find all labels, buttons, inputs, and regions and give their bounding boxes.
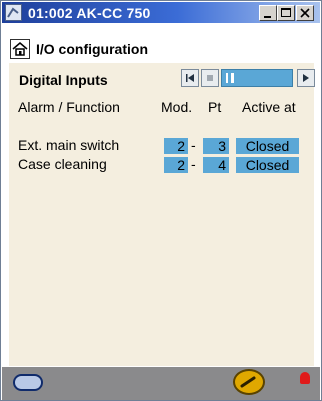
close-button[interactable] <box>296 5 314 21</box>
first-page-icon[interactable] <box>181 69 199 87</box>
page-scroll-bar[interactable] <box>221 69 293 87</box>
app-window: 01:002 AK-CC 750 I/O configuration Digit… <box>0 0 322 401</box>
section-label: Digital Inputs <box>19 72 108 88</box>
home-icon[interactable] <box>10 39 30 59</box>
column-header-point: Pt <box>208 99 222 115</box>
title-bar[interactable]: 01:002 AK-CC 750 <box>2 2 320 23</box>
maximize-button[interactable] <box>277 5 295 21</box>
row-separator: - <box>191 156 196 172</box>
page-title: I/O configuration <box>36 41 148 57</box>
row-active-at-value[interactable]: Closed <box>236 138 299 154</box>
column-header-active-at: Active at <box>242 99 296 115</box>
footer-toolbar <box>2 367 320 400</box>
row-function-label: Case cleaning <box>18 156 107 172</box>
wrench-icon[interactable] <box>233 369 265 395</box>
column-header-function: Alarm / Function <box>18 99 120 115</box>
row-point-value[interactable]: 4 <box>203 157 229 173</box>
row-module-value[interactable]: 2 <box>164 157 188 173</box>
window-title: 01:002 AK-CC 750 <box>28 5 151 21</box>
column-header-module: Mod. <box>161 99 193 115</box>
row-function-label: Ext. main switch <box>18 137 120 153</box>
prev-page-icon[interactable] <box>201 69 219 87</box>
row-separator: - <box>191 137 196 153</box>
row-active-at-value[interactable]: Closed <box>236 157 299 173</box>
app-icon <box>5 4 22 21</box>
row-module-value[interactable]: 2 <box>164 138 188 154</box>
alarm-bell-icon[interactable] <box>300 372 310 384</box>
row-point-value[interactable]: 3 <box>203 138 229 154</box>
minimize-button[interactable] <box>259 5 277 21</box>
module-icon[interactable] <box>13 374 43 391</box>
next-page-icon[interactable] <box>297 69 315 87</box>
